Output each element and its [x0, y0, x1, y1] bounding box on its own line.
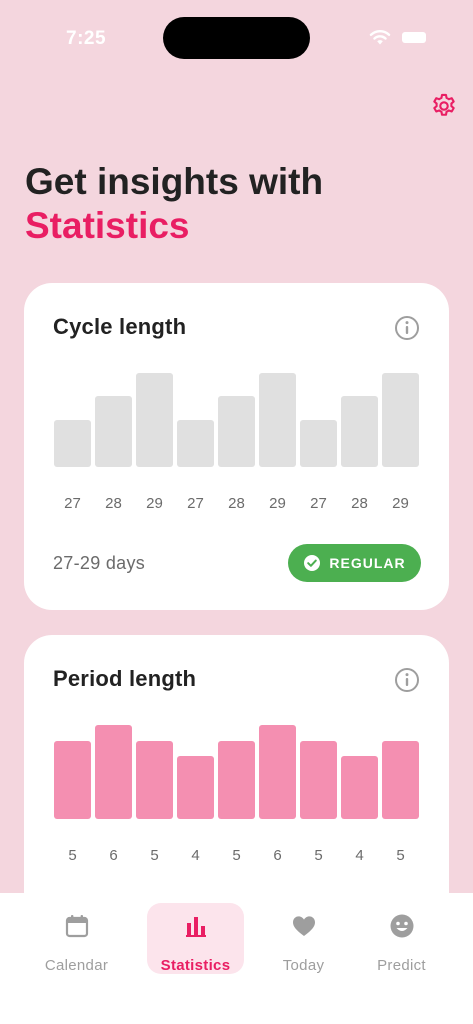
x-tick-label: 5	[68, 847, 77, 864]
tab-today[interactable]: Today	[255, 903, 352, 974]
x-tick-label: 4	[355, 847, 364, 864]
period-chart	[54, 715, 420, 819]
x-tick-label: 5	[396, 847, 405, 864]
dynamic-island	[163, 17, 310, 59]
x-tick-label: 28	[228, 495, 245, 512]
page-title: Get insights with Statistics	[25, 160, 323, 248]
wifi-icon	[369, 30, 391, 45]
chart-bar	[95, 725, 132, 819]
x-tick-label: 5	[314, 847, 323, 864]
x-tick-label: 29	[146, 495, 163, 512]
x-tick-label: 27	[187, 495, 204, 512]
x-tick-label: 5	[232, 847, 241, 864]
chart-bar	[382, 373, 419, 467]
period-length-card: Period length 5 6 5 4 5 6 5 4 5	[24, 635, 449, 935]
chart-bar	[177, 756, 214, 819]
tab-label: Statistics	[160, 957, 231, 974]
status-time: 7:25	[66, 28, 107, 49]
x-tick-label: 29	[269, 495, 286, 512]
heart-icon	[293, 916, 315, 936]
info-icon[interactable]	[394, 315, 420, 341]
tab-statistics[interactable]: Statistics	[147, 903, 244, 974]
chart-bar	[300, 740, 337, 819]
card-title: Period length	[53, 666, 197, 691]
x-tick-label: 28	[105, 495, 122, 512]
cycle-length-card: Cycle length 27-29 days REGULAR 27 28 29 27…	[24, 283, 449, 610]
regular-badge: REGULAR	[288, 544, 421, 582]
smiley-icon	[390, 914, 414, 938]
chart-bar	[218, 740, 255, 819]
x-tick-label: 29	[392, 495, 409, 512]
chart-bar	[341, 396, 378, 467]
tab-calendar[interactable]: Calendar	[28, 903, 125, 974]
tab-label: Predict	[377, 957, 426, 974]
chart-bar	[95, 396, 132, 467]
calendar-icon	[65, 915, 89, 938]
x-tick-label: 28	[351, 495, 368, 512]
bar-chart-icon	[186, 917, 206, 937]
x-tick-label: 4	[191, 847, 200, 864]
battery-icon	[402, 32, 426, 43]
chart-bar	[259, 373, 296, 467]
chart-bar	[136, 740, 173, 819]
check-circle-icon	[304, 555, 321, 571]
info-icon[interactable]	[394, 667, 420, 693]
chart-bar	[54, 740, 91, 819]
x-tick-label: 6	[109, 847, 118, 864]
chart-bar	[259, 725, 296, 819]
cycle-chart	[54, 367, 420, 467]
chart-bar	[341, 756, 378, 819]
tab-bar: Calendar Statistics Today Predict	[0, 893, 473, 1024]
gear-icon[interactable]	[430, 92, 458, 120]
tab-label: Calendar	[44, 957, 109, 974]
tab-label: Today	[282, 957, 325, 974]
chart-bar	[382, 740, 419, 819]
chart-bar	[177, 419, 214, 467]
title-line-1: Get insights with	[25, 161, 324, 202]
x-tick-label: 6	[273, 847, 282, 864]
status-bar: 7:25	[0, 0, 473, 70]
x-tick-label: 5	[150, 847, 159, 864]
title-line-2: Statistics	[25, 205, 190, 246]
x-tick-label: 27	[310, 495, 327, 512]
badge-label: REGULAR	[329, 555, 406, 571]
chart-bar	[218, 396, 255, 467]
chart-bar	[54, 419, 91, 467]
cycle-range: 27-29 days	[53, 553, 146, 573]
chart-bar	[300, 419, 337, 467]
card-title: Cycle length	[53, 314, 187, 339]
chart-bar	[136, 373, 173, 467]
tab-predict[interactable]: Predict	[353, 903, 450, 974]
x-tick-label: 27	[64, 495, 81, 512]
